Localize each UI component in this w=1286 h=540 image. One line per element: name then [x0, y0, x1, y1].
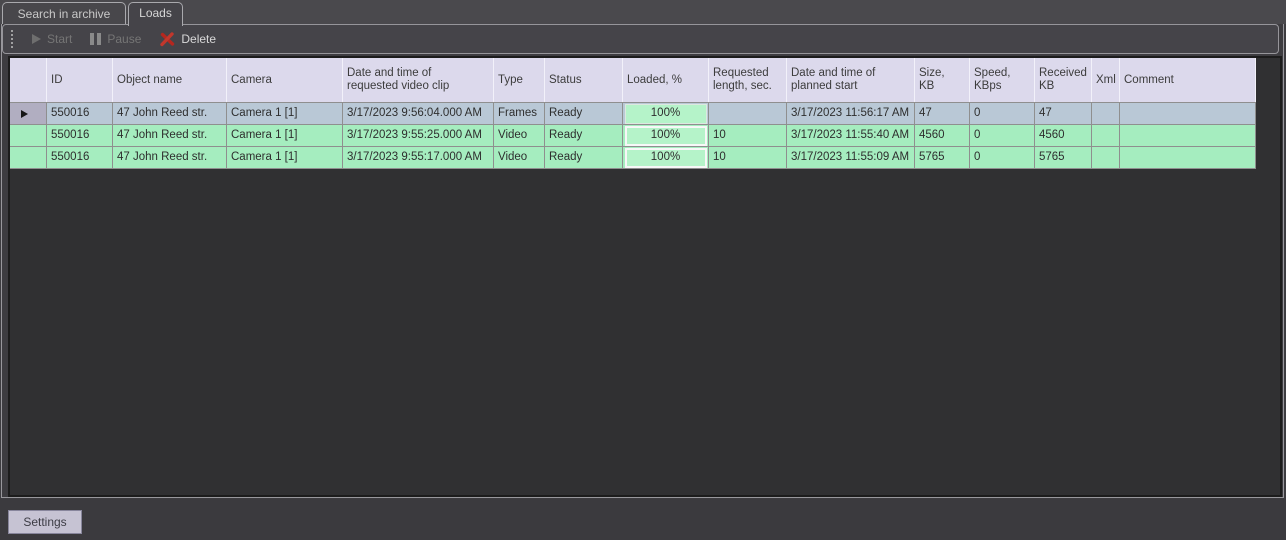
cell-loaded-pct[interactable]: 100%	[623, 147, 709, 169]
cell-requested-length[interactable]	[709, 103, 787, 125]
cell-type[interactable]: Video	[494, 147, 545, 169]
cell-camera[interactable]: Camera 1 [1]	[227, 103, 343, 125]
column-header-object-name[interactable]: Object name	[113, 58, 227, 102]
tab-strip: Search in archive Loads	[0, 0, 1286, 26]
cell-size-kb[interactable]: 5765	[915, 147, 970, 169]
cell-requested-clip-time[interactable]: 3/17/2023 9:55:17.000 AM	[343, 147, 494, 169]
footer-bar: Settings	[0, 499, 1286, 540]
column-header-type[interactable]: Type	[494, 58, 545, 102]
column-header-comment[interactable]: Comment	[1120, 58, 1256, 102]
cell-status[interactable]: Ready	[545, 103, 623, 125]
row-indicator-cell[interactable]	[10, 103, 47, 125]
cell-loaded-pct[interactable]: 100%	[623, 103, 709, 125]
table-row[interactable]: 550016 47 John Reed str. Camera 1 [1] 3/…	[10, 125, 1256, 147]
column-header-xml[interactable]: Xml	[1092, 58, 1120, 102]
progress-bar: 100%	[624, 147, 707, 168]
column-header-id[interactable]: ID	[47, 58, 113, 102]
column-header-row-indicator[interactable]	[10, 58, 47, 102]
play-icon	[32, 34, 41, 44]
column-header-status[interactable]: Status	[545, 58, 623, 102]
cell-camera[interactable]: Camera 1 [1]	[227, 147, 343, 169]
cell-xml[interactable]	[1092, 125, 1120, 147]
column-header-speed-kbps[interactable]: Speed, KBps	[970, 58, 1035, 102]
pause-button-label: Pause	[107, 32, 142, 46]
delete-button-label: Delete	[181, 32, 217, 46]
cell-id[interactable]: 550016	[47, 103, 113, 125]
pause-button[interactable]: Pause	[81, 27, 150, 51]
cell-speed-kbps[interactable]: 0	[970, 147, 1035, 169]
cell-comment[interactable]	[1120, 147, 1256, 169]
cell-loaded-pct[interactable]: 100%	[623, 125, 709, 147]
cell-camera[interactable]: Camera 1 [1]	[227, 125, 343, 147]
column-header-size-kb[interactable]: Size, KB	[915, 58, 970, 102]
toolbar-grip-handle[interactable]	[11, 30, 13, 48]
cell-object-name[interactable]: 47 John Reed str.	[113, 147, 227, 169]
pause-icon	[90, 33, 102, 45]
delete-x-icon	[160, 31, 175, 46]
cell-requested-clip-time[interactable]: 3/17/2023 9:56:04.000 AM	[343, 103, 494, 125]
current-row-arrow-icon	[21, 109, 28, 118]
cell-size-kb[interactable]: 47	[915, 103, 970, 125]
tab-loads[interactable]: Loads	[128, 2, 183, 26]
row-indicator-cell[interactable]	[10, 147, 47, 169]
cell-xml[interactable]	[1092, 103, 1120, 125]
column-header-planned-start[interactable]: Date and time of planned start	[787, 58, 915, 102]
loads-tab-page: Start Pause Delete ID Object name Camera…	[0, 24, 1286, 499]
column-header-requested-clip-time[interactable]: Date and time of requested video clip	[343, 58, 494, 102]
cell-object-name[interactable]: 47 John Reed str.	[113, 125, 227, 147]
cell-id[interactable]: 550016	[47, 147, 113, 169]
settings-button[interactable]: Settings	[8, 510, 82, 534]
loads-window: { "tabs": [ { "label": "Search in archiv…	[0, 0, 1286, 540]
grid-header-row: ID Object name Camera Date and time of r…	[10, 58, 1256, 103]
cell-comment[interactable]	[1120, 125, 1256, 147]
column-header-received-kb[interactable]: Received KB	[1035, 58, 1092, 102]
cell-speed-kbps[interactable]: 0	[970, 125, 1035, 147]
table-row[interactable]: 550016 47 John Reed str. Camera 1 [1] 3/…	[10, 147, 1256, 169]
cell-requested-clip-time[interactable]: 3/17/2023 9:55:25.000 AM	[343, 125, 494, 147]
delete-button[interactable]: Delete	[150, 27, 225, 51]
column-header-requested-length[interactable]: Requested length, sec.	[709, 58, 787, 102]
cell-planned-start[interactable]: 3/17/2023 11:55:09 AM	[787, 147, 915, 169]
progress-bar: 100%	[624, 125, 707, 146]
cell-size-kb[interactable]: 4560	[915, 125, 970, 147]
tab-search-in-archive[interactable]: Search in archive	[2, 2, 126, 24]
cell-planned-start[interactable]: 3/17/2023 11:55:40 AM	[787, 125, 915, 147]
cell-received-kb[interactable]: 4560	[1035, 125, 1092, 147]
cell-planned-start[interactable]: 3/17/2023 11:56:17 AM	[787, 103, 915, 125]
cell-received-kb[interactable]: 5765	[1035, 147, 1092, 169]
table-row[interactable]: 550016 47 John Reed str. Camera 1 [1] 3/…	[10, 103, 1256, 125]
row-indicator-cell[interactable]	[10, 125, 47, 147]
start-button-label: Start	[47, 32, 73, 46]
cell-type[interactable]: Frames	[494, 103, 545, 125]
cell-comment[interactable]	[1120, 103, 1256, 125]
cell-object-name[interactable]: 47 John Reed str.	[113, 103, 227, 125]
cell-received-kb[interactable]: 47	[1035, 103, 1092, 125]
cell-requested-length[interactable]: 10	[709, 147, 787, 169]
loads-toolbar: Start Pause Delete	[2, 24, 1279, 54]
cell-status[interactable]: Ready	[545, 147, 623, 169]
column-header-loaded-pct[interactable]: Loaded, %	[623, 58, 709, 102]
progress-bar: 100%	[624, 103, 707, 124]
cell-id[interactable]: 550016	[47, 125, 113, 147]
cell-xml[interactable]	[1092, 147, 1120, 169]
cell-speed-kbps[interactable]: 0	[970, 103, 1035, 125]
cell-requested-length[interactable]: 10	[709, 125, 787, 147]
start-button[interactable]: Start	[23, 27, 81, 51]
cell-type[interactable]: Video	[494, 125, 545, 147]
cell-status[interactable]: Ready	[545, 125, 623, 147]
loads-grid: ID Object name Camera Date and time of r…	[8, 56, 1282, 497]
column-header-camera[interactable]: Camera	[227, 58, 343, 102]
